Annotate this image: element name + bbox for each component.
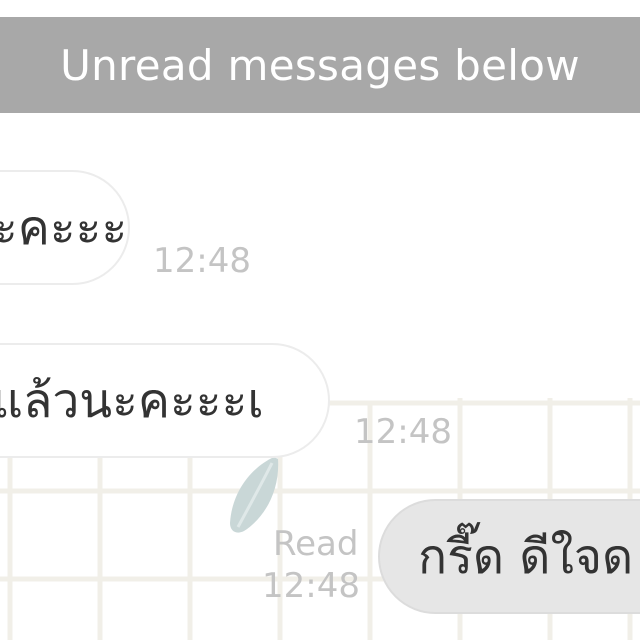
message-bubble-outgoing[interactable]: กรี๊ด ดีใจด <box>378 499 640 614</box>
message-text: กรี๊ด ดีใจด <box>418 528 634 585</box>
message-timestamp: 12:48 <box>354 412 452 452</box>
message-text: ะคะะะ <box>0 199 128 256</box>
read-receipt: Read <box>273 524 359 564</box>
unread-messages-banner: Unread messages below <box>0 17 640 113</box>
message-timestamp: 12:48 <box>153 241 251 281</box>
unread-banner-label: Unread messages below <box>60 40 580 90</box>
message-bubble-incoming[interactable]: แล้วนะคะะะเ <box>0 343 330 458</box>
message-list[interactable]: ะคะะะ 12:48 แล้วนะคะะะเ 12:48 Read 12:48… <box>0 113 640 640</box>
message-bubble-incoming[interactable]: ะคะะะ <box>0 170 130 285</box>
message-text: แล้วนะคะะะเ <box>0 372 264 429</box>
chat-screen: Unread messages below ะคะะะ 12:48 แล้วนะ… <box>0 0 640 640</box>
message-timestamp: 12:48 <box>262 566 360 606</box>
top-strip <box>0 0 640 17</box>
